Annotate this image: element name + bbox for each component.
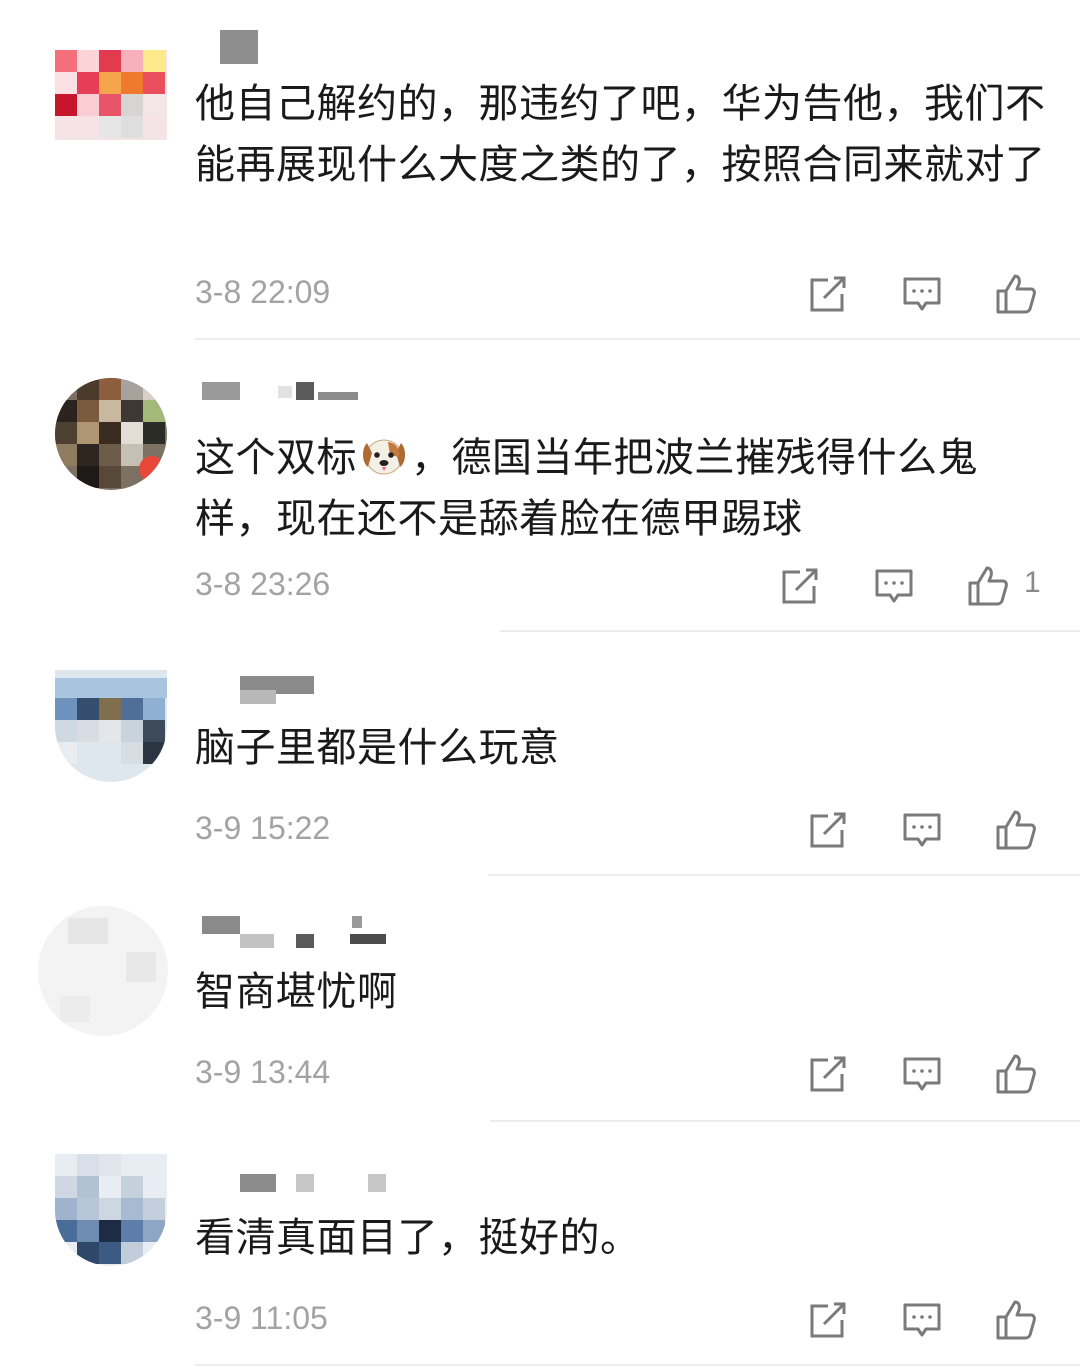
username[interactable] — [200, 1172, 400, 1206]
comment-icon[interactable] — [900, 808, 944, 852]
avatar[interactable] — [55, 378, 167, 490]
comment-item: 这个双标 ，德国当年把波兰摧残得什么鬼样，现在还不是舔着脸在德甲踢球 3-8 23… — [0, 340, 1080, 632]
comment-time: 3-8 22:09 — [195, 274, 331, 310]
comment-actions: 1 — [778, 564, 1048, 608]
divider — [195, 1364, 1080, 1366]
thumbs-up-icon[interactable] — [994, 272, 1038, 316]
avatar[interactable] — [55, 1154, 167, 1266]
dog-face-emoji — [359, 433, 409, 477]
comment-item: 他自己解约的，那违约了吧，华为告他，我们不能再展现什么大度之类的了，按照合同来就… — [0, 0, 1080, 340]
comment-text: 脑子里都是什么玩意 — [195, 725, 560, 771]
repost-icon[interactable] — [806, 808, 850, 852]
username[interactable] — [200, 676, 330, 710]
comment-text: 看清真面目了，挺好的。 — [195, 1215, 641, 1261]
comment-item: 智商堪忧啊 3-9 13:44 — [0, 876, 1080, 1122]
thumbs-up-icon[interactable] — [994, 808, 1038, 852]
comment-text: 这个双标 ，德国当年把波兰摧残得什么鬼样，现在还不是舔着脸在德甲踢球 — [195, 433, 978, 542]
avatar[interactable] — [55, 670, 167, 782]
thumbs-up-icon[interactable] — [966, 564, 1010, 608]
thumbs-up-icon[interactable] — [994, 1052, 1038, 1096]
repost-icon[interactable] — [806, 1052, 850, 1096]
comment-text: 智商堪忧啊 — [195, 969, 398, 1015]
username[interactable] — [200, 380, 380, 414]
comment-time: 3-8 23:26 — [195, 566, 331, 602]
username[interactable] — [200, 916, 400, 950]
comment-time: 3-9 11:05 — [195, 1300, 328, 1336]
repost-icon[interactable] — [806, 272, 850, 316]
comment-actions — [806, 272, 1046, 316]
avatar[interactable] — [38, 906, 168, 1036]
comment-actions — [806, 1052, 1046, 1096]
comment-time: 3-9 15:22 — [195, 810, 331, 846]
like-count: 1 — [1024, 566, 1041, 599]
comment-icon[interactable] — [900, 1052, 944, 1096]
comment-icon[interactable] — [872, 564, 916, 608]
comment-icon[interactable] — [900, 1298, 944, 1342]
comment-time: 3-9 13:44 — [195, 1054, 331, 1090]
repost-icon[interactable] — [778, 564, 822, 608]
username[interactable] — [200, 30, 280, 64]
comment-text: 他自己解约的，那违约了吧，华为告他，我们不能再展现什么大度之类的了，按照合同来就… — [195, 81, 1046, 188]
thumbs-up-icon[interactable] — [994, 1298, 1038, 1342]
comment-icon[interactable] — [900, 272, 944, 316]
repost-icon[interactable] — [806, 1298, 850, 1342]
comment-item: 看清真面目了，挺好的。 3-9 11:05 — [0, 1122, 1080, 1367]
comment-actions — [806, 1298, 1046, 1342]
comment-actions — [806, 808, 1046, 852]
comment-item: 脑子里都是什么玩意 3-9 15:22 — [0, 632, 1080, 876]
avatar[interactable] — [55, 28, 167, 140]
